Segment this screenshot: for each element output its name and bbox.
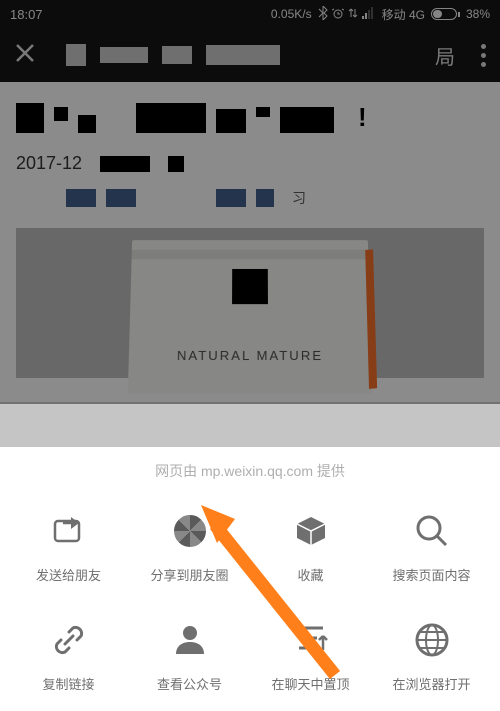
search-icon <box>410 509 454 553</box>
article-title: ! <box>16 102 484 133</box>
share-favorite[interactable]: 收藏 <box>250 509 371 584</box>
share-view-account[interactable]: 查看公众号 <box>129 618 250 693</box>
status-time: 18:07 <box>10 7 43 22</box>
close-button[interactable] <box>14 42 36 68</box>
battery-icon <box>431 8 460 20</box>
share-moments[interactable]: 分享到朋友圈 <box>129 509 250 584</box>
network-speed: 0.05K/s <box>271 7 312 21</box>
article-meta: 习 <box>16 188 484 208</box>
menu-button[interactable] <box>481 44 486 67</box>
share-sheet: 网页由 mp.weixin.qq.com 提供 发送给朋友 <box>0 447 500 711</box>
share-search[interactable]: 搜索页面内容 <box>371 509 492 584</box>
share-pin-chat[interactable]: 在聊天中置顶 <box>250 618 371 693</box>
nav-title <box>66 44 280 66</box>
carrier-label: 移动 4G <box>382 6 425 23</box>
sheet-header: 网页由 mp.weixin.qq.com 提供 <box>0 447 500 491</box>
link-icon <box>47 618 91 662</box>
page-content: ! 2017-12 习 NATURAL MATURE <box>0 82 500 402</box>
share-label: 在聊天中置顶 <box>271 674 349 693</box>
share-label: 在浏览器打开 <box>392 674 470 693</box>
pin-top-icon <box>289 618 333 662</box>
status-bar: 18:07 0.05K/s 移动 4G 38% <box>0 0 500 28</box>
status-right: 0.05K/s 移动 4G 38% <box>271 6 490 23</box>
share-open-browser[interactable]: 在浏览器打开 <box>371 618 492 693</box>
box-caption: NATURAL MATURE <box>129 348 372 363</box>
share-label: 查看公众号 <box>157 674 222 693</box>
article-date: 2017-12 <box>16 153 82 174</box>
article-image: NATURAL MATURE <box>16 228 484 378</box>
share-label: 搜索页面内容 <box>392 565 470 584</box>
share-copy-link[interactable]: 复制链接 <box>8 618 129 693</box>
nav-bar: 局 <box>0 28 500 82</box>
battery-percent: 38% <box>466 7 490 21</box>
share-label: 复制链接 <box>42 674 94 693</box>
signal-icon <box>362 7 376 22</box>
box-icon <box>289 509 333 553</box>
share-label: 发送给朋友 <box>36 565 101 584</box>
moments-icon <box>168 509 212 553</box>
status-icons <box>318 6 376 23</box>
person-icon <box>168 618 212 662</box>
globe-icon <box>410 618 454 662</box>
alarm-icon <box>332 7 344 22</box>
share-label: 收藏 <box>297 565 323 584</box>
data-icon <box>348 7 358 22</box>
share-send-friend[interactable]: 发送给朋友 <box>8 509 129 584</box>
bluetooth-icon <box>318 6 328 23</box>
share-icon <box>47 509 91 553</box>
share-label: 分享到朋友圈 <box>150 565 228 584</box>
small-char: 习 <box>292 188 306 208</box>
nav-char: 局 <box>435 41 455 70</box>
